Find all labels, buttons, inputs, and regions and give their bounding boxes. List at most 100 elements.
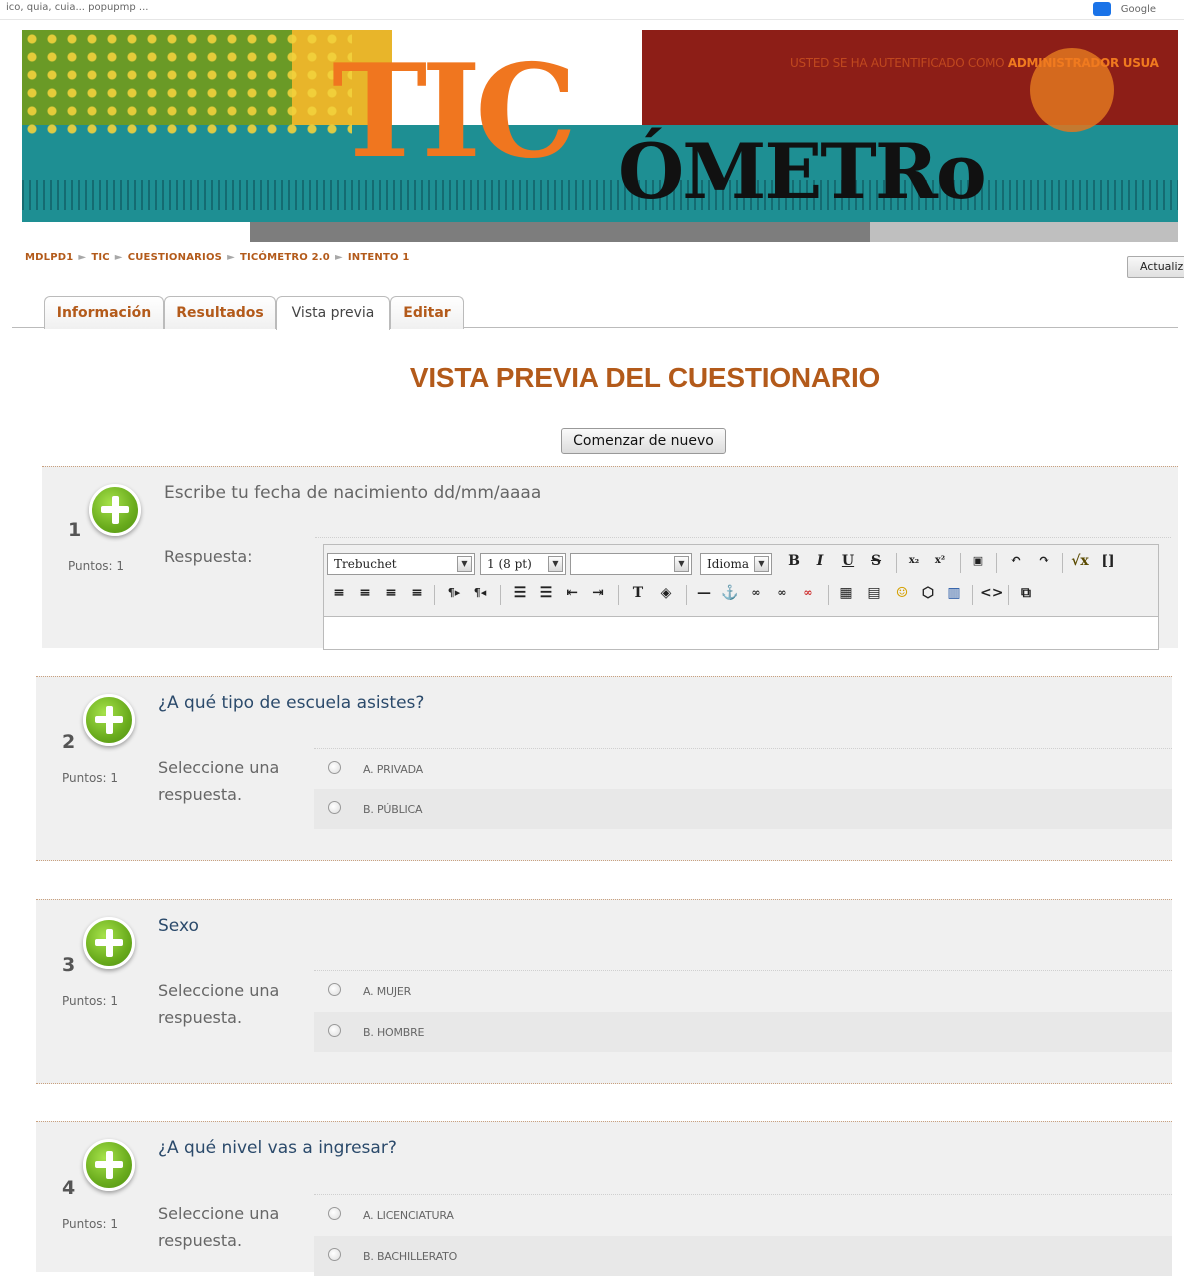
link-icon[interactable]: ∞ — [746, 583, 766, 603]
format-select[interactable]: ▼ — [570, 553, 692, 575]
browser-search[interactable]: Google — [1121, 4, 1156, 15]
breadcrumb-item[interactable]: TICÓMETRO 2.0 — [240, 252, 330, 263]
tab-resultados[interactable]: Resultados — [164, 296, 276, 329]
align-right-icon[interactable]: ≡ — [381, 583, 401, 603]
language-select[interactable]: Idioma ▼ — [700, 553, 772, 575]
answer-option[interactable]: B. PÚBLICA — [314, 789, 1172, 829]
smiley-icon[interactable]: ☺ — [892, 583, 912, 603]
question-3: 3 Puntos: 1 Sexo Seleccione una respuest… — [36, 899, 1172, 1084]
image-icon[interactable]: ▦ — [836, 583, 856, 603]
clean-word-icon[interactable]: ▣ — [968, 551, 988, 571]
align-center-icon[interactable]: ≡ — [355, 583, 375, 603]
page-title: VISTA PREVIA DEL CUESTIONARIO — [409, 362, 881, 393]
answer-option[interactable]: B. BACHILLERATO — [314, 1236, 1172, 1276]
logo-metro: ÓMETRo — [618, 127, 987, 216]
breadcrumb-item[interactable]: CUESTIONARIOS — [128, 252, 222, 263]
rtl-icon[interactable]: ¶◂ — [470, 583, 490, 603]
chevron-down-icon: ▼ — [457, 556, 472, 572]
update-button[interactable]: Actualiz — [1127, 256, 1184, 278]
answer-editor[interactable]: Trebuchet ▼ 1 (8 pt) ▼ ▼ Idioma ▼ B I U S x… — [323, 544, 1159, 650]
select-answer-label: Seleccione una respuesta. — [158, 758, 280, 804]
banner-bottom-strip — [12, 222, 1178, 242]
radio-button[interactable] — [328, 801, 341, 814]
question-text: Escribe tu fecha de nacimiento dd/mm/aaa… — [164, 483, 542, 503]
outdent-icon[interactable]: ⇤ — [562, 583, 582, 603]
nolink-icon[interactable]: ∞ — [798, 583, 818, 603]
unlink-icon[interactable]: ∞ — [772, 583, 792, 603]
plus-icon — [83, 1139, 135, 1191]
italic-icon[interactable]: I — [810, 551, 830, 571]
tab-editar[interactable]: Editar — [390, 296, 464, 329]
auth-user-link[interactable]: ADMINISTRADOR USUA — [1008, 56, 1159, 70]
brackets-icon[interactable]: [] — [1098, 551, 1118, 571]
plus-icon — [83, 694, 135, 746]
ltr-icon[interactable]: ¶▸ — [444, 583, 464, 603]
option-label: B. BACHILLERATO — [363, 1250, 458, 1263]
radio-button[interactable] — [328, 1207, 341, 1220]
paste-icon[interactable]: ▥ — [944, 583, 964, 603]
radio-button[interactable] — [328, 1024, 341, 1037]
background-color-icon[interactable]: ◈ — [656, 583, 676, 603]
plus-icon — [83, 917, 135, 969]
justify-icon[interactable]: ≡ — [407, 583, 427, 603]
chevron-down-icon: ▼ — [674, 556, 689, 572]
font-select[interactable]: Trebuchet ▼ — [327, 553, 475, 575]
answer-label: Respuesta: — [164, 547, 253, 566]
breadcrumb-separator-icon: ► — [334, 252, 343, 263]
breadcrumb: MDLPD1 ► TIC ► CUESTIONARIOS ► TICÓMETRO 2.0 ► I… — [25, 252, 410, 263]
option-label: A. MUJER — [363, 985, 412, 998]
restart-button[interactable]: Comenzar de nuevo — [561, 428, 726, 454]
browser-strip: ico, quia, cuia... popupmp ... Google — [0, 0, 1184, 20]
question-number: 3 — [62, 954, 76, 976]
select-answer-label: Seleccione una respuesta. — [158, 1204, 280, 1250]
breadcrumb-separator-icon: ► — [78, 252, 87, 263]
underline-icon[interactable]: U — [838, 551, 858, 571]
align-left-icon[interactable]: ≡ — [329, 583, 349, 603]
superscript-icon[interactable]: x² — [930, 551, 950, 571]
special-char-icon[interactable]: ⬡ — [918, 583, 938, 603]
tab-bar: Información Resultados Vista previa Edit… — [12, 294, 1178, 330]
question-points: Puntos: 1 — [62, 994, 119, 1008]
text-color-icon[interactable]: T — [628, 583, 648, 603]
subscript-icon[interactable]: x₂ — [904, 551, 924, 571]
fullscreen-icon[interactable]: ⧉ — [1016, 583, 1036, 603]
question-points: Puntos: 1 — [62, 1217, 119, 1231]
ordered-list-icon[interactable]: ☰ — [510, 583, 530, 603]
option-label: A. PRIVADA — [363, 763, 423, 776]
answer-option[interactable]: A. PRIVADA — [314, 749, 1172, 789]
chevron-down-icon: ▼ — [754, 556, 769, 572]
table-icon[interactable]: ▤ — [864, 583, 884, 603]
bold-icon[interactable]: B — [784, 551, 804, 571]
size-select[interactable]: 1 (8 pt) ▼ — [480, 553, 566, 575]
breadcrumb-separator-icon: ► — [114, 252, 123, 263]
radio-button[interactable] — [328, 983, 341, 996]
browser-url[interactable]: ico, quia, cuia... popupmp ... — [6, 2, 148, 13]
unordered-list-icon[interactable]: ☰ — [536, 583, 556, 603]
indent-icon[interactable]: ⇥ — [588, 583, 608, 603]
equation-icon[interactable]: √x — [1070, 551, 1090, 571]
radio-button[interactable] — [328, 1248, 341, 1261]
tab-informacion[interactable]: Información — [44, 296, 164, 329]
breadcrumb-item[interactable]: TIC — [91, 252, 109, 263]
strikethrough-icon[interactable]: S — [866, 551, 886, 571]
question-number: 4 — [62, 1177, 76, 1199]
anchor-icon[interactable]: ⚓ — [720, 583, 740, 603]
answer-option[interactable]: B. HOMBRE — [314, 1012, 1172, 1052]
answer-option[interactable]: A. LICENCIATURA — [314, 1195, 1172, 1235]
answer-option[interactable]: A. MUJER — [314, 971, 1172, 1011]
chevron-down-icon: ▼ — [548, 556, 563, 572]
horizontal-rule-icon[interactable]: — — [694, 583, 714, 603]
undo-icon[interactable]: ↶ — [1006, 551, 1026, 571]
select-answer-label: Seleccione una respuesta. — [158, 981, 280, 1027]
option-label: A. LICENCIATURA — [363, 1209, 454, 1222]
breadcrumb-separator-icon: ► — [227, 252, 235, 263]
breadcrumb-item[interactable]: MDLPD1 — [25, 252, 73, 263]
tab-vista-previa[interactable]: Vista previa — [276, 296, 390, 330]
html-source-icon[interactable]: <> — [980, 583, 1003, 603]
google-icon[interactable] — [1092, 2, 1111, 16]
radio-button[interactable] — [328, 761, 341, 774]
question-points: Puntos: 1 — [68, 559, 125, 573]
site-banner: TIC ÓMETRo USTED SE HA AUTENTIFICADO COM… — [22, 30, 1178, 228]
question-text: ¿A qué nivel vas a ingresar? — [158, 1138, 397, 1158]
redo-icon[interactable]: ↷ — [1034, 551, 1054, 571]
